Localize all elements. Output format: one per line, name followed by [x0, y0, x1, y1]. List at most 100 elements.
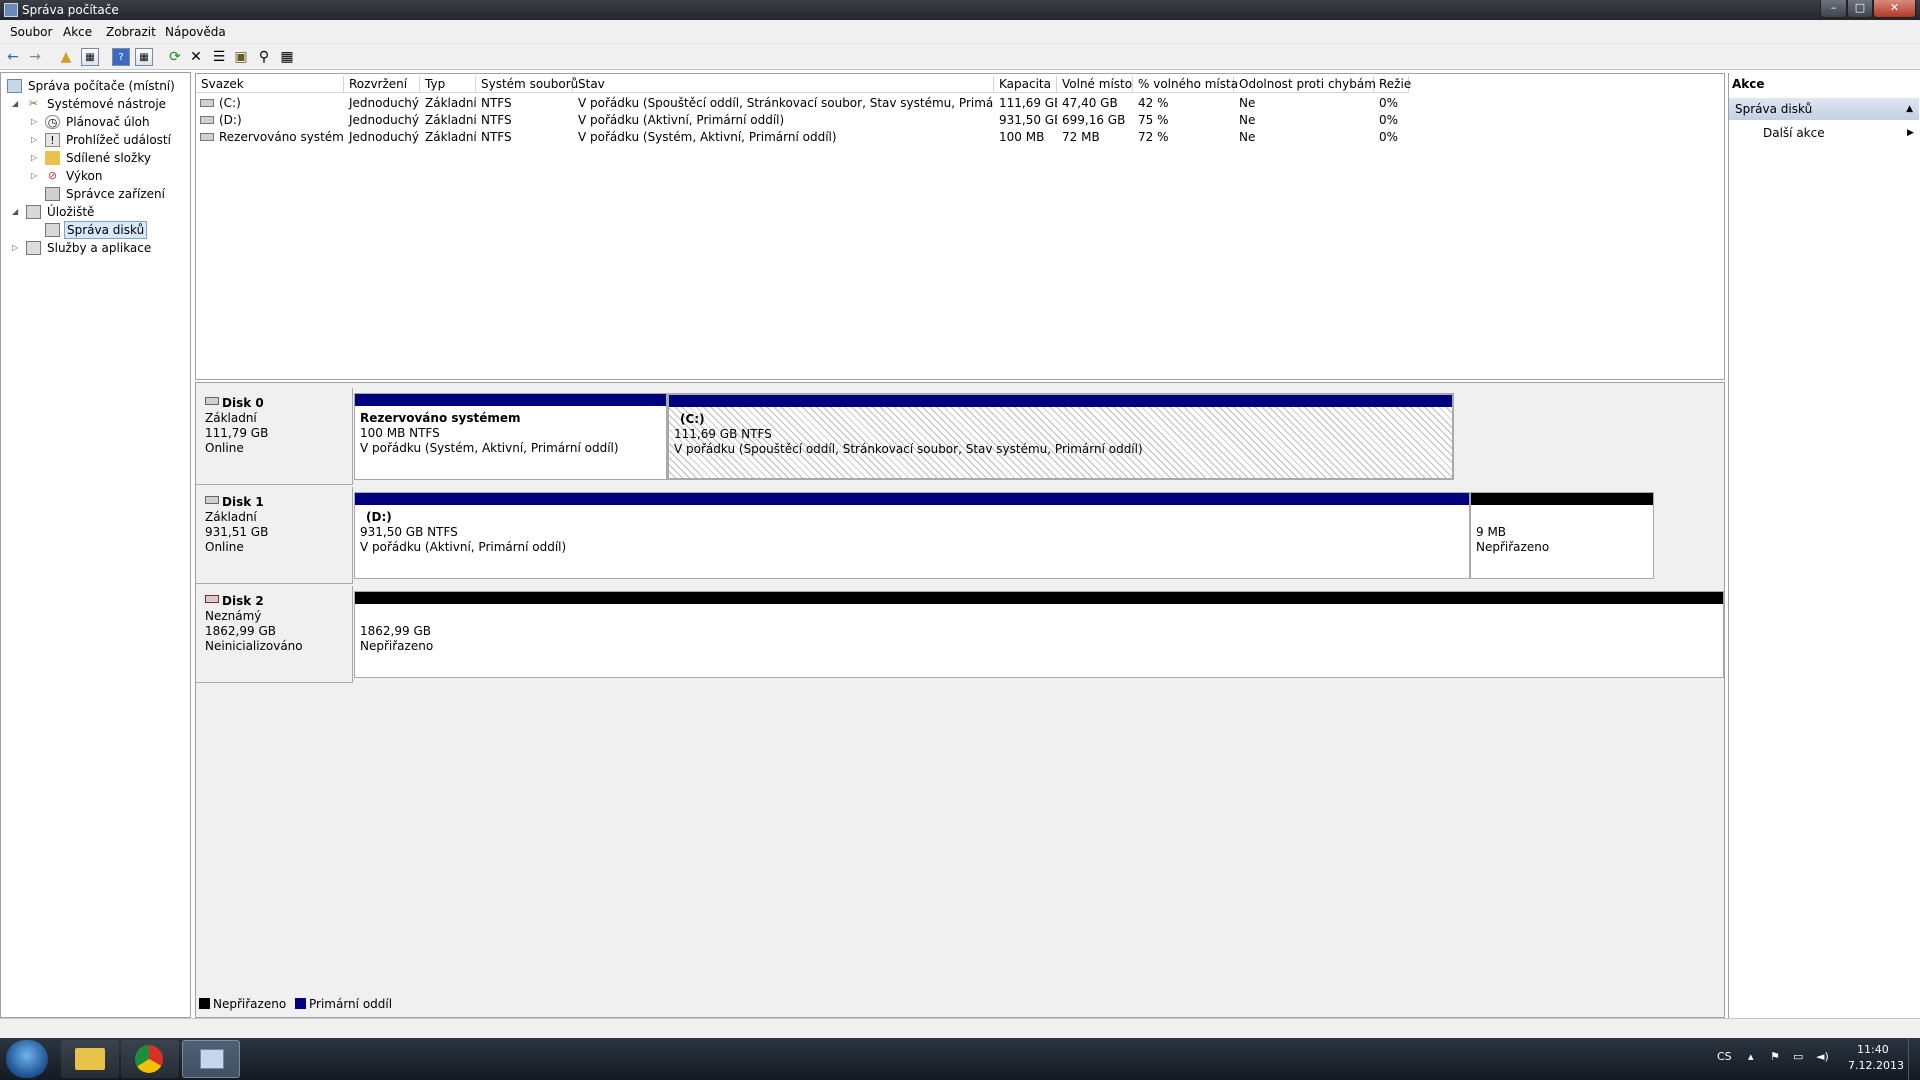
- more-actions[interactable]: Další akce: [1763, 125, 1825, 141]
- primary-partition-bar: [355, 493, 1469, 505]
- taskbar-computer-management[interactable]: [182, 1040, 240, 1078]
- clock-icon: ◷: [45, 115, 60, 129]
- cell-odolnost: Ne: [1239, 130, 1256, 144]
- column-header-rozvrzeni[interactable]: Rozvržení: [344, 76, 420, 93]
- clock-date[interactable]: 7.12.2013: [1848, 1059, 1904, 1072]
- forward-icon[interactable]: →: [26, 48, 44, 66]
- column-header-stav[interactable]: Stav: [573, 76, 994, 93]
- partition-d[interactable]: (D:) 931,50 GB NTFS V pořádku (Aktivní, …: [354, 492, 1470, 579]
- clock-time[interactable]: 11:40: [1857, 1043, 1889, 1056]
- show-hide-tree-icon[interactable]: ▦: [81, 48, 99, 66]
- maximize-button[interactable]: □: [1847, 0, 1873, 18]
- chrome-icon: [135, 1045, 163, 1073]
- show-hidden-icons[interactable]: ▴: [1748, 1050, 1754, 1063]
- minimize-button[interactable]: –: [1820, 0, 1847, 18]
- partition-title: (C:): [680, 412, 705, 426]
- collapsed-arrow-icon[interactable]: ▷: [31, 131, 37, 149]
- search-icon[interactable]: ⚲: [255, 48, 273, 66]
- up-folder-icon[interactable]: ▲: [57, 48, 75, 66]
- menu-napoveda[interactable]: Nápověda: [165, 25, 226, 39]
- submenu-arrow-icon[interactable]: ▶: [1907, 125, 1914, 141]
- cell-volne-misto: 72 MB: [1062, 130, 1100, 144]
- close-button[interactable]: ✕: [1873, 0, 1916, 18]
- properties-icon[interactable]: ☰: [210, 48, 228, 66]
- partition-status: Nepřiřazeno: [360, 639, 434, 653]
- partition-status: V pořádku (Spouštěcí oddíl, Stránkovací …: [674, 442, 1143, 456]
- disk-size: 931,51 GB: [205, 525, 269, 539]
- partition-size: 100 MB NTFS: [360, 426, 440, 440]
- help-icon[interactable]: ?: [112, 48, 130, 66]
- cell-procent-volneho: 42 %: [1138, 96, 1169, 110]
- delete-icon[interactable]: ✕: [187, 48, 205, 66]
- partition-unallocated-disk-1[interactable]: 9 MB Nepřiřazeno: [1470, 492, 1654, 579]
- shared-folder-icon: [45, 151, 60, 165]
- cell-rezie: 0%: [1379, 113, 1399, 127]
- computer-management-icon: [4, 3, 18, 17]
- collapsed-arrow-icon[interactable]: ▷: [31, 149, 37, 167]
- menu-zobrazit[interactable]: Zobrazit: [106, 25, 156, 39]
- column-header-odolnost[interactable]: Odolnost proti chybám: [1234, 76, 1376, 93]
- partition-c[interactable]: (C:) 111,69 GB NTFS V pořádku (Spouštěcí…: [667, 393, 1454, 480]
- cell-typ: Základní: [425, 113, 476, 127]
- grid-view-icon[interactable]: ▦: [278, 48, 296, 66]
- legend-primary: Primární oddíl: [309, 997, 393, 1011]
- action-pane-icon[interactable]: ▦: [135, 48, 153, 66]
- collapsed-arrow-icon[interactable]: ▷: [12, 239, 18, 257]
- column-header-system-souboru[interactable]: Systém souborů: [476, 76, 578, 93]
- column-header-volne-misto[interactable]: Volné místo: [1057, 76, 1133, 93]
- collapse-icon[interactable]: ▲: [1906, 98, 1913, 120]
- partition-size: 1862,99 GB: [360, 624, 431, 638]
- taskbar-explorer[interactable]: [61, 1040, 119, 1078]
- table-row[interactable]: (C:) Jednoduchý Základní NTFS V pořádku …: [196, 95, 1724, 112]
- column-header-kapacita[interactable]: Kapacita: [994, 76, 1057, 93]
- table-row[interactable]: (D:) Jednoduchý Základní NTFS V pořádku …: [196, 112, 1724, 129]
- expanded-arrow-icon[interactable]: ◢: [12, 203, 18, 221]
- collapsed-arrow-icon[interactable]: ▷: [31, 113, 37, 131]
- cell-stav: V pořádku (Aktivní, Primární oddíl): [578, 113, 785, 127]
- volume-icon[interactable]: ◄): [1816, 1050, 1829, 1063]
- disk-map: Disk 0 Základní 111,79 GB Online Rezervo…: [195, 382, 1725, 1018]
- taskbar-chrome[interactable]: [121, 1040, 179, 1078]
- actions-section-disk-management[interactable]: Správa disků ▲: [1729, 98, 1919, 120]
- refresh-icon[interactable]: ⟳: [166, 48, 184, 66]
- language-indicator[interactable]: CS: [1717, 1050, 1732, 1063]
- column-header-svazek[interactable]: Svazek: [196, 76, 344, 93]
- collapsed-arrow-icon[interactable]: ▷: [31, 167, 37, 185]
- network-icon[interactable]: ▭: [1793, 1050, 1803, 1063]
- expanded-arrow-icon[interactable]: ◢: [12, 95, 18, 113]
- cell-stav: V pořádku (Spouštěcí oddíl, Stránkovací …: [578, 96, 994, 110]
- column-header-typ[interactable]: Typ: [420, 76, 476, 93]
- disk-2-info[interactable]: Disk 2 Neznámý 1862,99 GB Neinicializová…: [196, 586, 353, 683]
- primary-partition-bar: [355, 394, 666, 406]
- cell-stav: V pořádku (Systém, Aktivní, Primární odd…: [578, 130, 837, 144]
- start-button[interactable]: [6, 1040, 48, 1078]
- disk-1-info[interactable]: Disk 1 Základní 931,51 GB Online: [196, 487, 353, 584]
- cell-svazek: (C:): [219, 96, 241, 110]
- cell-kapacita: 931,50 GB: [999, 113, 1057, 127]
- cell-odolnost: Ne: [1239, 113, 1256, 127]
- open-icon[interactable]: ▣: [232, 48, 250, 66]
- disk-type: Základní: [205, 510, 257, 524]
- disk-status: Online: [205, 540, 244, 554]
- column-header-procent-volneho[interactable]: % volného místa: [1133, 76, 1238, 93]
- column-header-rezie[interactable]: Režie: [1374, 76, 1411, 93]
- menu-soubor[interactable]: Soubor: [10, 25, 52, 39]
- unknown-disk-icon: [205, 595, 219, 603]
- cell-rozvrzeni: Jednoduchý: [349, 96, 420, 110]
- show-desktop-button[interactable]: [1908, 1038, 1920, 1080]
- back-icon[interactable]: ←: [4, 48, 22, 66]
- disk-0-info[interactable]: Disk 0 Základní 111,79 GB Online: [196, 388, 353, 485]
- window-title: Správa počítače: [22, 3, 119, 17]
- cell-rezie: 0%: [1379, 96, 1399, 110]
- table-row[interactable]: Rezervováno systémem Jednoduchý Základní…: [196, 129, 1724, 146]
- action-center-flag-icon[interactable]: ⚑: [1770, 1050, 1780, 1063]
- volume-drive-icon: [200, 99, 214, 107]
- partition-status: V pořádku (Systém, Aktivní, Primární odd…: [360, 441, 619, 455]
- menu-akce[interactable]: Akce: [63, 25, 92, 39]
- partition-title: (D:): [366, 510, 392, 524]
- partition-system-reserved[interactable]: Rezervováno systémem 100 MB NTFS V pořád…: [354, 393, 667, 480]
- disk-name: Disk 1: [222, 495, 264, 509]
- partition-status: Nepřiřazeno: [1476, 540, 1550, 554]
- cell-typ: Základní: [425, 96, 476, 110]
- partition-unallocated-disk-2[interactable]: 1862,99 GB Nepřiřazeno: [354, 591, 1724, 678]
